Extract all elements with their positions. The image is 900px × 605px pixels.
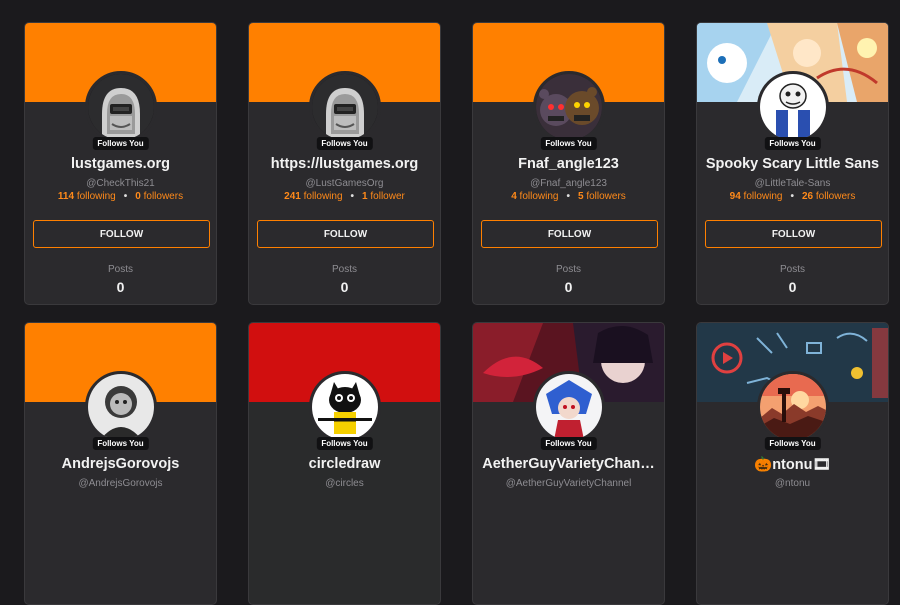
animatronic-avatar-icon[interactable]	[532, 71, 605, 143]
separator-dot: •	[790, 191, 794, 202]
following-label[interactable]: following	[520, 191, 559, 202]
user-card[interactable]: Follows You AndrejsGorovojs @AndrejsGoro…	[24, 322, 217, 605]
follows-you-badge: Follows You	[764, 437, 821, 450]
follows-you-badge: Follows You	[540, 437, 597, 450]
username-handle: @LittleTale-Sans	[754, 178, 831, 189]
follow-button[interactable]: FOLLOW	[481, 220, 658, 248]
followers-label[interactable]: followers	[586, 191, 625, 202]
following-label[interactable]: following	[744, 191, 783, 202]
sunset-tower-avatar-icon[interactable]	[756, 371, 829, 443]
posts-count: 0	[340, 279, 349, 295]
anime-avatar-icon[interactable]	[532, 371, 605, 443]
following-count[interactable]: 94	[730, 191, 741, 202]
follows-you-badge: Follows You	[764, 137, 821, 150]
display-name[interactable]: 🎃ntonu🎞	[703, 456, 882, 473]
following-count[interactable]: 4	[511, 191, 517, 202]
skeleton-avatar-icon[interactable]	[756, 71, 829, 143]
follow-stats: 241 following • 1 follower	[249, 191, 440, 202]
separator-dot: •	[350, 191, 355, 202]
hooded-robot-avatar-icon[interactable]	[84, 71, 157, 143]
following-label[interactable]: following	[304, 191, 343, 202]
follow-button[interactable]: FOLLOW	[33, 220, 210, 248]
followers-count[interactable]: 1	[362, 191, 368, 202]
user-card[interactable]: Follows You AetherGuyVarietyChan… @Aethe…	[472, 322, 665, 605]
display-name[interactable]: lustgames.org	[31, 156, 210, 172]
display-name[interactable]: Fnaf_angle123	[479, 156, 658, 172]
display-name[interactable]: AndrejsGorovojs	[31, 456, 210, 472]
cat-avatar-icon[interactable]	[308, 371, 381, 443]
user-card[interactable]: Follows You https://lustgames.org @LustG…	[248, 22, 441, 305]
follows-you-badge: Follows You	[92, 137, 149, 150]
followers-label[interactable]: follower	[370, 191, 404, 202]
followers-label[interactable]: followers	[816, 191, 855, 202]
username-handle: @CheckThis21	[86, 178, 155, 189]
username-handle: @Fnaf_angle123	[530, 178, 607, 189]
follows-you-badge: Follows You	[316, 437, 373, 450]
user-card[interactable]: Follows You circledraw @circles	[248, 322, 441, 605]
user-card[interactable]: Follows You Spooky Scary Little Sans @Li…	[696, 22, 889, 305]
following-count[interactable]: 114	[58, 191, 74, 202]
follow-button[interactable]: FOLLOW	[705, 220, 882, 248]
followers-count[interactable]: 0	[135, 191, 141, 202]
pumpkin-icon: 🎃	[754, 457, 773, 473]
hooded-robot-avatar-icon[interactable]	[308, 71, 381, 143]
follow-button[interactable]: FOLLOW	[257, 220, 434, 248]
display-name[interactable]: https://lustgames.org	[255, 156, 434, 172]
follow-stats: 4 following • 5 followers	[473, 191, 664, 202]
display-name-text: ntonu	[772, 457, 813, 473]
user-card[interactable]: Follows You 🎃ntonu🎞 @ntonu	[696, 322, 889, 605]
followers-count[interactable]: 5	[578, 191, 584, 202]
follows-you-badge: Follows You	[316, 137, 373, 150]
username-handle: @LustGamesOrg	[305, 178, 384, 189]
display-name[interactable]: AetherGuyVarietyChan…	[479, 456, 658, 472]
posts-count: 0	[116, 279, 125, 295]
display-name[interactable]: Spooky Scary Little Sans	[703, 156, 882, 172]
follows-you-badge: Follows You	[540, 137, 597, 150]
film-frame-icon: 🎞	[812, 457, 831, 473]
posts-label: Posts	[555, 264, 581, 275]
posts-count: 0	[564, 279, 573, 295]
follows-you-badge: Follows You	[92, 437, 149, 450]
user-card-grid: Follows You lustgames.org @CheckThis21 1…	[24, 22, 889, 605]
followers-count[interactable]: 26	[802, 191, 813, 202]
separator-dot: •	[123, 191, 128, 202]
user-card[interactable]: Follows You Fnaf_angle123 @Fnaf_angle123…	[472, 22, 665, 305]
person-avatar-icon[interactable]	[84, 371, 157, 443]
user-card[interactable]: Follows You lustgames.org @CheckThis21 1…	[24, 22, 217, 305]
following-count[interactable]: 241	[284, 191, 301, 202]
followers-label[interactable]: followers	[144, 191, 183, 202]
follow-stats: 94 following • 26 followers	[697, 191, 888, 202]
posts-label: Posts	[779, 264, 805, 275]
posts-label: Posts	[107, 264, 133, 275]
posts-label: Posts	[331, 264, 357, 275]
separator-dot: •	[566, 191, 570, 202]
follow-stats: 114 following • 0 followers	[25, 191, 216, 202]
following-label[interactable]: following	[77, 191, 116, 202]
display-name[interactable]: circledraw	[255, 456, 434, 472]
posts-count: 0	[788, 279, 797, 295]
